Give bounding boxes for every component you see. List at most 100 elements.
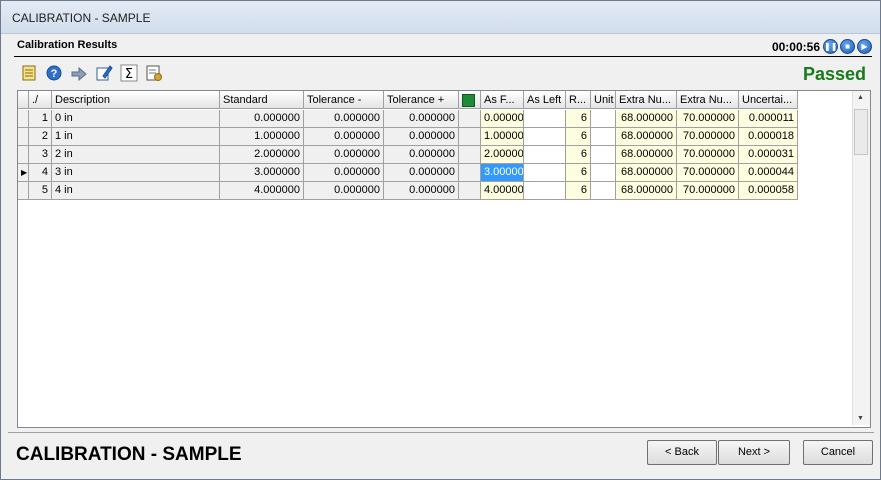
footer-divider — [8, 432, 874, 433]
as-left-cell[interactable] — [524, 128, 566, 146]
as-found-cell[interactable]: 1.00000 — [481, 128, 524, 146]
current-row-icon: ▶ — [21, 168, 28, 177]
tolerance-plus-cell[interactable]: 0.000000 — [384, 164, 459, 182]
status-badge: Passed — [802, 64, 866, 84]
as-found-cell[interactable]: 0.00000 — [481, 110, 524, 128]
description-cell[interactable]: 4 in — [52, 182, 220, 200]
as-left-cell[interactable] — [524, 146, 566, 164]
as-found-cell[interactable]: 2.00000 — [481, 146, 524, 164]
header-index[interactable]: ./ — [29, 91, 52, 109]
extra-number-2-cell[interactable]: 70.000000 — [677, 128, 739, 146]
header-readings[interactable]: R... — [566, 91, 591, 109]
unit-cell[interactable] — [591, 110, 616, 128]
cancel-button[interactable]: Cancel — [803, 440, 873, 465]
report-icon[interactable] — [145, 64, 163, 82]
extra-number-2-cell[interactable]: 70.000000 — [677, 182, 739, 200]
forward-icon[interactable] — [70, 64, 88, 82]
readings-cell[interactable]: 6 — [566, 110, 591, 128]
stop-icon: ■ — [845, 42, 850, 51]
header-unit[interactable]: Unit — [591, 91, 616, 109]
stop-button[interactable]: ■ — [840, 39, 855, 54]
next-button[interactable]: Next > — [718, 440, 790, 465]
standard-cell[interactable]: 1.000000 — [220, 128, 304, 146]
as-left-cell[interactable] — [524, 164, 566, 182]
header-extra-number-2[interactable]: Extra Nu... — [677, 91, 739, 109]
vertical-scrollbar[interactable]: ▲ ▼ — [852, 91, 870, 425]
standard-cell[interactable]: 2.000000 — [220, 146, 304, 164]
timer: 00:00:56 — [771, 40, 820, 54]
header-uncertainty[interactable]: Uncertai... — [739, 91, 798, 109]
pause-button[interactable]: ❚❚ — [823, 39, 838, 54]
header-as-found[interactable]: As F... — [481, 91, 524, 109]
header-tolerance-minus[interactable]: Tolerance - — [304, 91, 384, 109]
extra-number-2-cell[interactable]: 70.000000 — [677, 164, 739, 182]
unit-cell[interactable] — [591, 128, 616, 146]
row-number-cell: 1 — [29, 110, 52, 128]
scroll-down-icon[interactable]: ▼ — [857, 415, 864, 422]
tolerance-minus-cell[interactable]: 0.000000 — [304, 128, 384, 146]
uncertainty-cell[interactable]: 0.000011 — [739, 110, 798, 128]
header-selector[interactable] — [18, 91, 29, 109]
window-title: CALIBRATION - SAMPLE — [12, 11, 151, 25]
header-tolerance-plus[interactable]: Tolerance + — [384, 91, 459, 109]
as-found-cell[interactable]: 4.00000 — [481, 182, 524, 200]
description-cell[interactable]: 1 in — [52, 128, 220, 146]
unit-cell[interactable] — [591, 164, 616, 182]
extra-number-2-cell[interactable]: 70.000000 — [677, 146, 739, 164]
readings-cell[interactable]: 6 — [566, 146, 591, 164]
uncertainty-cell[interactable]: 0.000031 — [739, 146, 798, 164]
readings-cell[interactable]: 6 — [566, 128, 591, 146]
back-button[interactable]: < Back — [647, 440, 717, 465]
header-description[interactable]: Description — [52, 91, 220, 109]
tolerance-minus-cell[interactable]: 0.000000 — [304, 146, 384, 164]
as-found-cell-selected[interactable]: 3.00000 — [481, 164, 524, 182]
header-as-left[interactable]: As Left — [524, 91, 566, 109]
svg-text:Σ: Σ — [125, 67, 133, 82]
tolerance-minus-cell[interactable]: 0.000000 — [304, 110, 384, 128]
tolerance-plus-cell[interactable]: 0.000000 — [384, 128, 459, 146]
header-flag[interactable] — [459, 91, 481, 109]
row-selector-cell: ▶ — [18, 164, 29, 182]
uncertainty-cell[interactable]: 0.000044 — [739, 164, 798, 182]
standard-cell[interactable]: 0.000000 — [220, 110, 304, 128]
uncertainty-cell[interactable]: 0.000018 — [739, 128, 798, 146]
extra-number-1-cell[interactable]: 68.000000 — [616, 110, 677, 128]
tolerance-plus-cell[interactable]: 0.000000 — [384, 110, 459, 128]
notes-icon[interactable] — [20, 64, 38, 82]
calibration-window: CALIBRATION - SAMPLE Calibration Results… — [0, 0, 881, 480]
readings-cell[interactable]: 6 — [566, 164, 591, 182]
extra-number-1-cell[interactable]: 68.000000 — [616, 128, 677, 146]
edit-icon[interactable] — [95, 64, 113, 82]
flag-cell — [459, 128, 481, 146]
help-icon[interactable]: ? — [45, 64, 63, 82]
results-grid: ./Description Standard Tolerance - Toleranc… — [17, 90, 871, 428]
tolerance-minus-cell[interactable]: 0.000000 — [304, 182, 384, 200]
sum-icon[interactable]: Σ — [120, 64, 138, 82]
uncertainty-cell[interactable]: 0.000058 — [739, 182, 798, 200]
header-extra-number-1[interactable]: Extra Nu... — [616, 91, 677, 109]
scroll-up-icon[interactable]: ▲ — [857, 94, 864, 101]
as-left-cell[interactable] — [524, 182, 566, 200]
tolerance-plus-cell[interactable]: 0.000000 — [384, 146, 459, 164]
standard-cell[interactable]: 4.000000 — [220, 182, 304, 200]
unit-cell[interactable] — [591, 182, 616, 200]
scroll-thumb[interactable] — [854, 109, 868, 155]
as-left-cell[interactable] — [524, 110, 566, 128]
extra-number-1-cell[interactable]: 68.000000 — [616, 146, 677, 164]
extra-number-1-cell[interactable]: 68.000000 — [616, 182, 677, 200]
description-cell[interactable]: 0 in — [52, 110, 220, 128]
readings-cell[interactable]: 6 — [566, 182, 591, 200]
unit-cell[interactable] — [591, 146, 616, 164]
extra-number-1-cell[interactable]: 68.000000 — [616, 164, 677, 182]
tolerance-minus-cell[interactable]: 0.000000 — [304, 164, 384, 182]
header-standard[interactable]: Standard — [220, 91, 304, 109]
play-button[interactable]: ▶ — [857, 39, 872, 54]
tolerance-plus-cell[interactable]: 0.000000 — [384, 182, 459, 200]
flag-icon — [462, 94, 475, 107]
standard-cell[interactable]: 3.000000 — [220, 164, 304, 182]
extra-number-2-cell[interactable]: 70.000000 — [677, 110, 739, 128]
description-cell[interactable]: 3 in — [52, 164, 220, 182]
flag-cell — [459, 146, 481, 164]
description-cell[interactable]: 2 in — [52, 146, 220, 164]
row-selector-cell — [18, 128, 29, 146]
